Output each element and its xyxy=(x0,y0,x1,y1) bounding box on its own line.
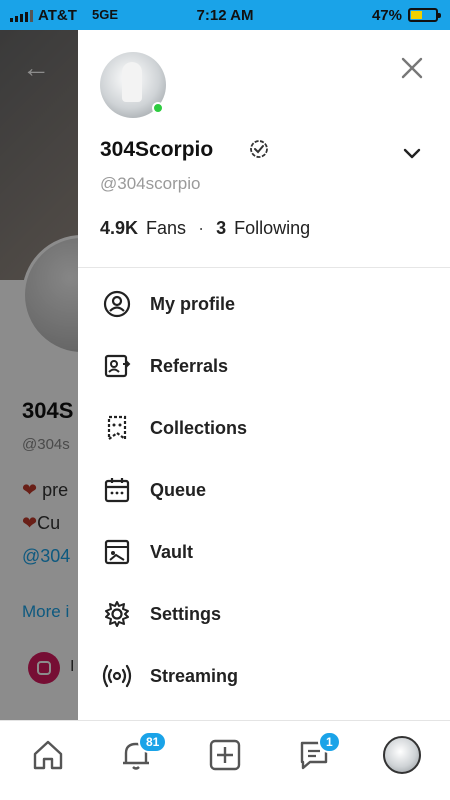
battery-percentage: 47% xyxy=(371,7,402,24)
following-label[interactable]: Following xyxy=(234,218,310,239)
menu-item-label: Collections xyxy=(150,417,248,438)
menu-item-label: Queue xyxy=(150,479,207,500)
calendar-icon xyxy=(104,478,130,503)
referral-icon xyxy=(104,354,131,378)
menu-item-collections[interactable]: Collections xyxy=(78,397,450,459)
nav-messages[interactable]: 1 xyxy=(294,731,341,775)
divider xyxy=(78,267,450,268)
image-vault-icon xyxy=(104,539,130,565)
fans-count[interactable]: 4.9K xyxy=(100,218,138,239)
fans-label[interactable]: Fans xyxy=(146,218,186,239)
gear-icon xyxy=(105,601,129,627)
menu-item-vault[interactable]: Vault xyxy=(78,521,450,583)
menu-item-label: My profile xyxy=(150,293,236,314)
nav-notifications[interactable]: 81 xyxy=(116,731,168,775)
menu-item-queue[interactable]: Queue xyxy=(78,459,450,521)
close-icon[interactable] xyxy=(398,54,426,82)
nav-new-post[interactable] xyxy=(205,735,245,775)
stats-separator: · xyxy=(198,218,205,238)
nav-profile[interactable] xyxy=(382,735,422,775)
menu-item-referrals[interactable]: Referrals xyxy=(78,335,450,397)
menu-item-streaming[interactable]: Streaming xyxy=(78,645,450,707)
menu-item-settings[interactable]: Settings xyxy=(78,583,450,645)
menu-item-label: Vault xyxy=(150,541,194,562)
battery-icon xyxy=(408,8,441,22)
drawer-menu: My profile Referrals Collections Queue V… xyxy=(78,273,450,707)
nav-avatar xyxy=(383,736,421,774)
drawer-handle: @304scorpio xyxy=(100,174,201,193)
verified-icon xyxy=(250,140,268,158)
chevron-down-icon[interactable] xyxy=(400,142,424,166)
user-circle-icon xyxy=(103,290,131,318)
menu-item-label: Streaming xyxy=(150,665,239,686)
notifications-badge: 81 xyxy=(138,731,168,753)
streaming-icon xyxy=(102,664,132,688)
menu-item-label: Settings xyxy=(150,603,222,624)
status-bar: AT&T 5GE 7:12 AM 47% xyxy=(0,0,450,30)
drawer-username: 304Scorpio xyxy=(100,138,214,161)
nav-home[interactable] xyxy=(28,735,68,775)
following-count[interactable]: 3 xyxy=(216,218,226,239)
side-drawer: 304Scorpio @304scorpio 4.9K Fans · 3 Fol… xyxy=(78,30,450,720)
bottom-navigation: 81 1 xyxy=(0,720,450,800)
menu-item-my-profile[interactable]: My profile xyxy=(78,273,450,335)
online-status-dot xyxy=(152,102,164,114)
home-icon xyxy=(33,740,63,770)
menu-item-label: Referrals xyxy=(150,355,229,376)
messages-badge: 1 xyxy=(318,731,341,753)
bookmark-icon xyxy=(107,415,127,442)
plus-square-icon xyxy=(209,739,241,771)
follow-stats: 4.9K Fans · 3 Following xyxy=(100,218,310,239)
